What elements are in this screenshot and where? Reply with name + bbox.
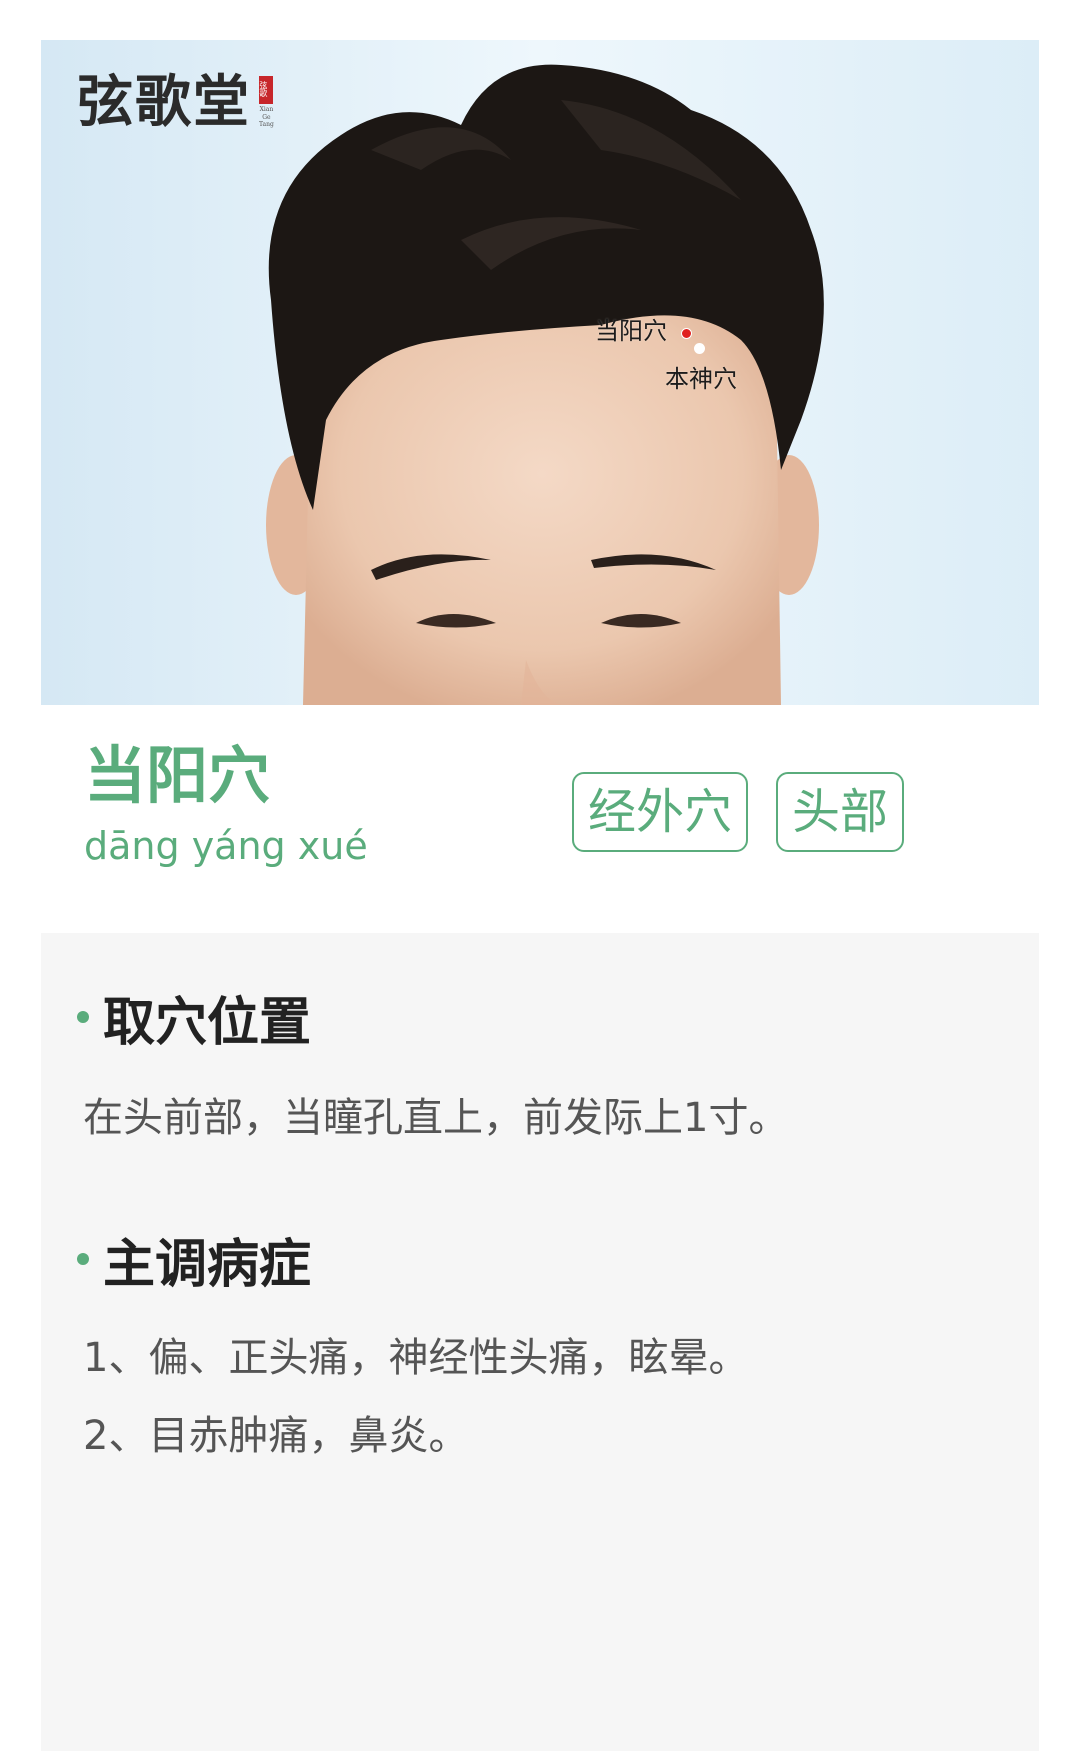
indication-item: 2、目赤肿痛，鼻炎。: [83, 1413, 469, 1459]
brand-english-line: Tang: [259, 121, 274, 128]
indication-item: 1、偏、正头痛，神经性头痛，眩晕。: [83, 1335, 749, 1381]
point-dot-benshen: [694, 343, 705, 354]
bullet-dot-icon: [77, 1011, 89, 1023]
brand-english-line: Ge: [262, 113, 271, 121]
brand-logo-text: 弦歌堂: [77, 69, 251, 135]
indications-section-title: 主调病症: [103, 1235, 312, 1295]
face-illustration: [41, 40, 1039, 705]
brand-logo-side: 弦歌 Xian Ge Tang: [259, 74, 274, 129]
brand-english: Xian Ge Tang: [259, 106, 274, 129]
location-text: 在头前部，当瞳孔直上，前发际上1寸。: [83, 1095, 789, 1141]
acupoint-pinyin: dāng yáng xué: [84, 824, 368, 868]
indications-section-header: 主调病症: [77, 1239, 311, 1291]
location-section-header: 取穴位置: [77, 997, 311, 1049]
location-section-title: 取穴位置: [103, 993, 312, 1053]
point-label-dangyang: 当阳穴: [595, 317, 667, 345]
acupoint-name: 当阳穴: [84, 739, 271, 812]
detail-panel: 取穴位置 在头前部，当瞳孔直上，前发际上1寸。 主调病症 1、偏、正头痛，神经性…: [41, 933, 1039, 1751]
tag-body-region[interactable]: 头部: [776, 772, 905, 852]
point-label-benshen: 本神穴: [665, 365, 737, 393]
acupoint-detail-page: 弦歌堂 弦歌 Xian Ge Tang 当阳穴 本神穴 当阳穴 dāng yán…: [0, 0, 1080, 1751]
tag-list: 经外穴 头部: [572, 772, 905, 852]
bullet-dot-icon: [77, 1253, 89, 1265]
tag-meridian-category[interactable]: 经外穴: [572, 772, 749, 852]
brand-english-line: Xian: [259, 106, 274, 113]
acupoint-photo: 弦歌堂 弦歌 Xian Ge Tang 当阳穴 本神穴: [41, 40, 1039, 705]
point-dot-dangyang: [681, 328, 692, 339]
brand-seal: 弦歌: [259, 76, 274, 104]
brand-logo: 弦歌堂 弦歌 Xian Ge Tang: [77, 74, 274, 130]
